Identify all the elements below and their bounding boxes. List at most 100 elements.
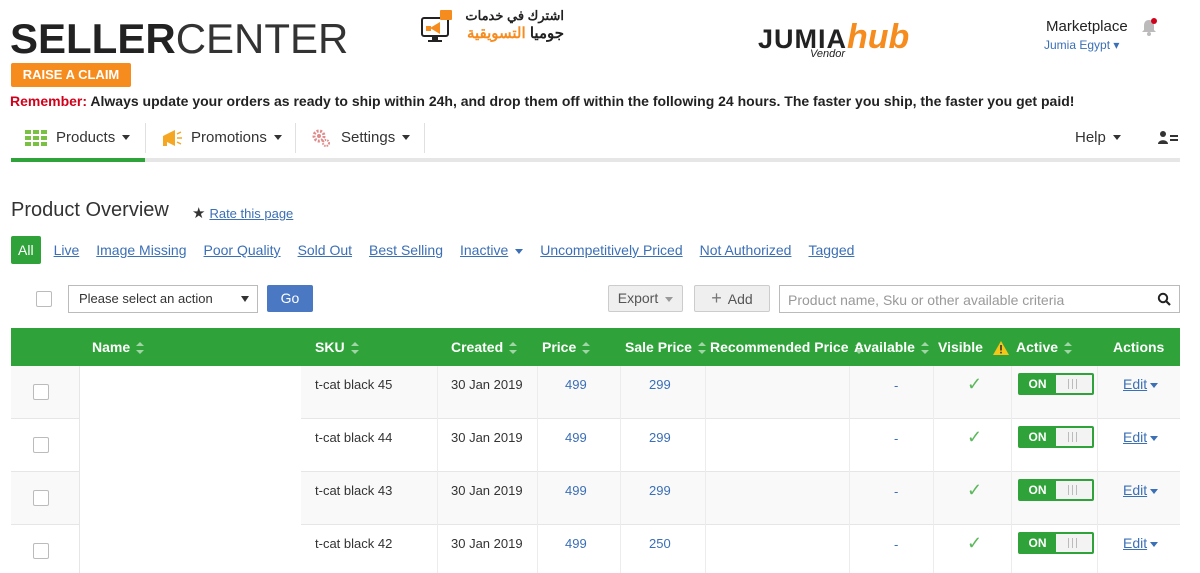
row-available[interactable]: - — [894, 537, 898, 552]
col-recommended-price[interactable]: Recommended Price — [710, 339, 863, 355]
col-active[interactable]: Active — [1016, 339, 1073, 355]
grid-icon — [25, 129, 47, 146]
col-divider — [933, 525, 934, 573]
row-sku[interactable]: t-cat black 44 — [315, 430, 392, 445]
row-sku[interactable]: t-cat black 42 — [315, 536, 392, 551]
edit-link[interactable]: Edit — [1123, 429, 1147, 445]
seller-center-logo[interactable]: SELLERCENTER — [10, 18, 348, 60]
row-edit[interactable]: Edit — [1123, 482, 1159, 498]
col-created-label: Created — [451, 339, 504, 355]
filter-all[interactable]: All — [11, 236, 41, 264]
col-divider — [705, 419, 706, 472]
search-icon[interactable] — [1157, 292, 1171, 306]
row-checkbox[interactable] — [33, 384, 49, 400]
col-name-label: Name — [92, 339, 131, 355]
bell-icon[interactable] — [1139, 17, 1159, 37]
row-price[interactable]: 499 — [565, 483, 587, 498]
active-toggle[interactable]: ON — [1018, 532, 1094, 554]
col-name[interactable]: Name — [92, 339, 145, 355]
promo-line-1: اشترك في خدمات — [465, 8, 564, 23]
col-sale-price[interactable]: Sale Price — [625, 339, 706, 355]
filter-poor-quality[interactable]: Poor Quality — [204, 242, 281, 258]
nav-promotions[interactable]: Promotions — [161, 117, 282, 158]
row-edit[interactable]: Edit — [1123, 376, 1159, 392]
chevron-down-icon — [273, 135, 282, 140]
select-all-checkbox[interactable] — [36, 291, 52, 307]
filter-inactive-label: Inactive — [459, 242, 509, 258]
main-nav: Products Promotions Settings Help — [11, 117, 1180, 162]
hub-vendor-text: Vendor — [810, 48, 846, 60]
row-sale-price[interactable]: 299 — [649, 483, 671, 498]
nav-products[interactable]: Products — [25, 117, 131, 158]
col-created[interactable]: Created — [451, 339, 518, 355]
edit-link[interactable]: Edit — [1123, 535, 1147, 551]
filter-live[interactable]: Live — [54, 242, 80, 258]
search-input[interactable]: Product name, Sku or other available cri… — [779, 285, 1180, 313]
row-available[interactable]: - — [894, 378, 898, 393]
col-divider — [705, 525, 706, 573]
filter-tagged[interactable]: Tagged — [808, 242, 854, 258]
chevron-down-icon — [122, 135, 131, 140]
row-checkbox[interactable] — [33, 543, 49, 559]
marketing-services-banner[interactable]: اشترك في خدمات جوميا التسويقية — [420, 6, 570, 46]
row-checkbox[interactable] — [33, 490, 49, 506]
chevron-down-icon — [1150, 489, 1159, 495]
filter-inactive[interactable]: Inactive — [459, 242, 524, 258]
col-divider — [933, 472, 934, 525]
row-edit[interactable]: Edit — [1123, 535, 1159, 551]
export-button[interactable]: Export — [608, 285, 683, 312]
row-checkbox[interactable] — [33, 437, 49, 453]
col-sku[interactable]: SKU — [315, 339, 359, 355]
col-available[interactable]: Available — [854, 339, 929, 355]
checkmark-icon: ✓ — [967, 533, 983, 553]
active-toggle[interactable]: ON — [1018, 373, 1094, 395]
row-price[interactable]: 499 — [565, 377, 587, 392]
bulk-action-select[interactable]: Please select an action — [68, 285, 258, 313]
row-sale-price[interactable]: 299 — [649, 377, 671, 392]
vendor-hub-logo[interactable]: JUMIAhub Vendor — [758, 18, 910, 60]
row-sale-price[interactable]: 299 — [649, 430, 671, 445]
col-price[interactable]: Price — [542, 339, 591, 355]
edit-link[interactable]: Edit — [1123, 482, 1147, 498]
filter-not-authorized[interactable]: Not Authorized — [700, 242, 792, 258]
row-sale-price[interactable]: 250 — [649, 536, 671, 551]
rate-link[interactable]: Rate this page — [209, 206, 293, 221]
nav-user[interactable] — [1158, 117, 1178, 158]
row-price[interactable]: 499 — [565, 536, 587, 551]
row-available[interactable]: - — [894, 484, 898, 499]
filter-uncompetitive[interactable]: Uncompetitively Priced — [540, 242, 682, 258]
col-divider — [1011, 366, 1012, 419]
row-sku[interactable]: t-cat black 43 — [315, 483, 392, 498]
active-toggle[interactable]: ON — [1018, 479, 1094, 501]
rate-this-page[interactable]: ★ Rate this page — [192, 204, 293, 222]
add-button[interactable]: + Add — [694, 285, 770, 312]
col-divider — [437, 472, 438, 525]
col-visible[interactable]: Visible — [938, 339, 1009, 356]
active-toggle[interactable]: ON — [1018, 426, 1094, 448]
raise-claim-button[interactable]: RAISE A CLAIM — [11, 63, 131, 87]
hub-text: hub — [847, 18, 910, 56]
row-price[interactable]: 499 — [565, 430, 587, 445]
nav-settings[interactable]: Settings — [311, 117, 411, 158]
row-created: 30 Jan 2019 — [451, 483, 523, 498]
filter-image-missing[interactable]: Image Missing — [96, 242, 186, 258]
col-divider — [437, 366, 438, 419]
warning-icon[interactable] — [992, 341, 1009, 356]
row-sku[interactable]: t-cat black 45 — [315, 377, 392, 392]
nav-help[interactable]: Help — [1075, 117, 1121, 158]
row-edit[interactable]: Edit — [1123, 429, 1159, 445]
toggle-on-label: ON — [1028, 536, 1047, 550]
country-selector[interactable]: Jumia Egypt ▾ — [1044, 38, 1119, 52]
sort-icon — [920, 342, 929, 355]
nav-active-indicator — [11, 158, 145, 162]
filter-sold-out[interactable]: Sold Out — [298, 242, 352, 258]
megaphone-monitor-icon — [421, 10, 452, 42]
edit-link[interactable]: Edit — [1123, 376, 1147, 392]
go-button[interactable]: Go — [267, 285, 313, 312]
chevron-down-icon — [402, 135, 411, 140]
col-sale-price-label: Sale Price — [625, 339, 692, 355]
search-placeholder: Product name, Sku or other available cri… — [788, 292, 1065, 308]
col-divider — [437, 419, 438, 472]
row-available[interactable]: - — [894, 431, 898, 446]
filter-best-selling[interactable]: Best Selling — [369, 242, 443, 258]
